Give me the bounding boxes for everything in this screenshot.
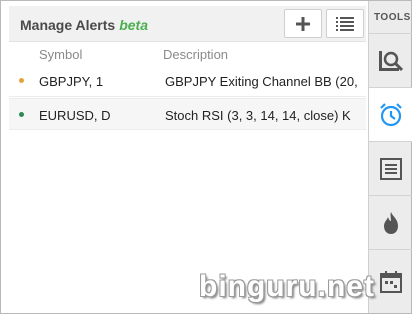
tool-hotlists[interactable] xyxy=(369,195,412,249)
panel-header: Manage Alerts beta xyxy=(9,6,366,42)
watermark: binguru.net xyxy=(199,270,375,303)
list-panel-icon xyxy=(379,157,402,180)
alert-symbol: EURUSD, D xyxy=(39,108,111,123)
alerts-list-menu-button[interactable] xyxy=(326,9,364,38)
alarm-clock-icon xyxy=(379,102,402,126)
column-header-symbol[interactable]: Symbol xyxy=(39,47,82,62)
panel-title: Manage Alerts beta xyxy=(20,17,148,33)
column-header-description[interactable]: Description xyxy=(163,47,228,62)
alert-row[interactable]: EURUSD, D Stoch RSI (3, 3, 14, 14, close… xyxy=(9,98,366,130)
tool-alerts[interactable] xyxy=(369,87,412,141)
tool-calendar[interactable] xyxy=(369,249,412,313)
fire-icon xyxy=(383,211,398,234)
tool-data-window[interactable] xyxy=(369,33,412,87)
tools-label: TOOLS xyxy=(374,12,411,23)
alert-status-dot xyxy=(19,112,24,117)
manage-alerts-panel: Manage Alerts beta Symbol Description GBP… xyxy=(1,1,366,313)
tool-watchlist[interactable] xyxy=(369,141,412,195)
plus-icon xyxy=(296,16,310,31)
calendar-icon xyxy=(379,270,402,293)
search-chart-icon xyxy=(378,50,403,71)
add-alert-button[interactable] xyxy=(284,9,322,38)
panel-title-text: Manage Alerts xyxy=(20,17,116,33)
alert-description: GBPJPY Exiting Channel BB (20, xyxy=(165,74,358,89)
beta-badge: beta xyxy=(119,17,148,33)
alert-symbol: GBPJPY, 1 xyxy=(39,74,104,89)
alert-row[interactable]: GBPJPY, 1 GBPJPY Exiting Channel BB (20, xyxy=(9,65,366,97)
tools-sidebar: TOOLS xyxy=(368,1,412,313)
alert-status-dot xyxy=(19,78,24,83)
alert-description: Stoch RSI (3, 3, 14, 14, close) K xyxy=(165,108,351,123)
list-icon xyxy=(336,16,354,31)
